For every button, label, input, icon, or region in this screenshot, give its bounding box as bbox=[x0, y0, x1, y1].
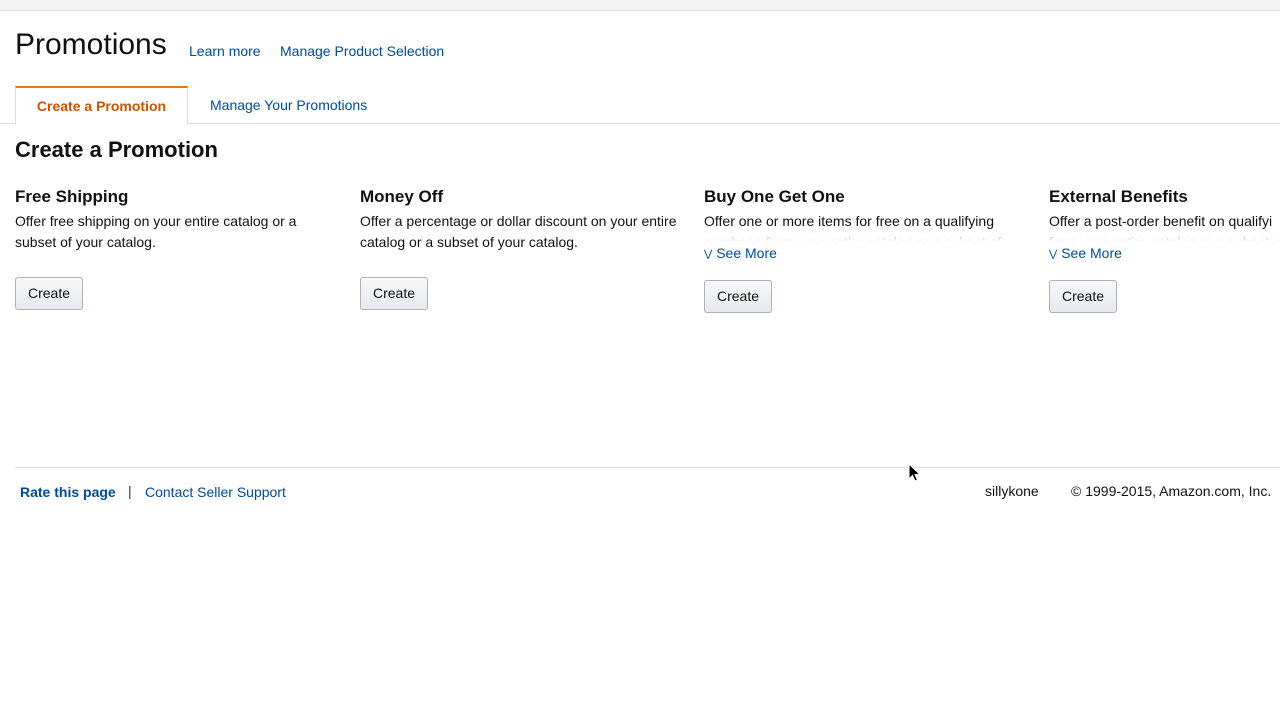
promotion-card-external-benefits: External Benefits Offer a post-order ben… bbox=[1049, 185, 1280, 313]
card-description: Offer one or more items for free on a qu… bbox=[704, 211, 1024, 241]
card-title: Buy One Get One bbox=[704, 187, 845, 206]
chevron-down-icon: ⋁ bbox=[704, 249, 713, 260]
see-more-link[interactable]: ⋁ See More bbox=[704, 244, 777, 264]
tab-manage-your-promotions[interactable]: Manage Your Promotions bbox=[190, 86, 387, 124]
tab-create-a-promotion[interactable]: Create a Promotion bbox=[15, 86, 188, 124]
promotion-card-free-shipping: Free Shipping Offer free shipping on you… bbox=[15, 185, 335, 310]
learn-more-link[interactable]: Learn more bbox=[189, 42, 261, 60]
seller-username: sillykone bbox=[985, 483, 1039, 499]
create-free-shipping-button[interactable]: Create bbox=[15, 277, 84, 310]
card-title: Money Off bbox=[360, 187, 444, 206]
see-more-label: See More bbox=[1061, 245, 1122, 261]
browser-top-strip bbox=[0, 0, 1280, 11]
see-more-label: See More bbox=[716, 245, 777, 261]
page-title: Promotions bbox=[15, 28, 167, 61]
card-description: Offer a post-order benefit on qualifyi fr… bbox=[1049, 211, 1280, 241]
manage-product-selection-link[interactable]: Manage Product Selection bbox=[280, 42, 444, 60]
mouse-cursor-icon bbox=[908, 463, 922, 482]
section-title: Create a Promotion bbox=[15, 137, 218, 162]
promotion-card-buy-one-get-one: Buy One Get One Offer one or more items … bbox=[704, 185, 1024, 313]
card-description-line-1: Offer a post-order benefit on qualifyi bbox=[1049, 213, 1273, 229]
create-money-off-button[interactable]: Create bbox=[360, 277, 429, 310]
rate-this-page-link[interactable]: Rate this page bbox=[20, 483, 116, 501]
card-title: External Benefits bbox=[1049, 187, 1188, 206]
create-buy-one-get-one-button[interactable]: Create bbox=[704, 280, 773, 313]
card-description: Offer free shipping on your entire catal… bbox=[15, 213, 297, 250]
card-description: Offer a percentage or dollar discount on… bbox=[360, 213, 677, 250]
contact-seller-support-link[interactable]: Contact Seller Support bbox=[145, 483, 286, 501]
footer-separator: | bbox=[128, 483, 132, 499]
footer-divider bbox=[15, 467, 1280, 468]
promotion-card-money-off: Money Off Offer a percentage or dollar d… bbox=[360, 185, 680, 310]
copyright: © 1999-2015, Amazon.com, Inc. bbox=[1071, 483, 1272, 499]
chevron-down-icon: ⋁ bbox=[1049, 249, 1058, 260]
see-more-link[interactable]: ⋁ See More bbox=[1049, 244, 1122, 264]
create-external-benefits-button[interactable]: Create bbox=[1049, 280, 1118, 313]
card-title: Free Shipping bbox=[15, 187, 129, 206]
card-description-line-2: from your entire catalog or a subset o bbox=[1049, 234, 1280, 241]
